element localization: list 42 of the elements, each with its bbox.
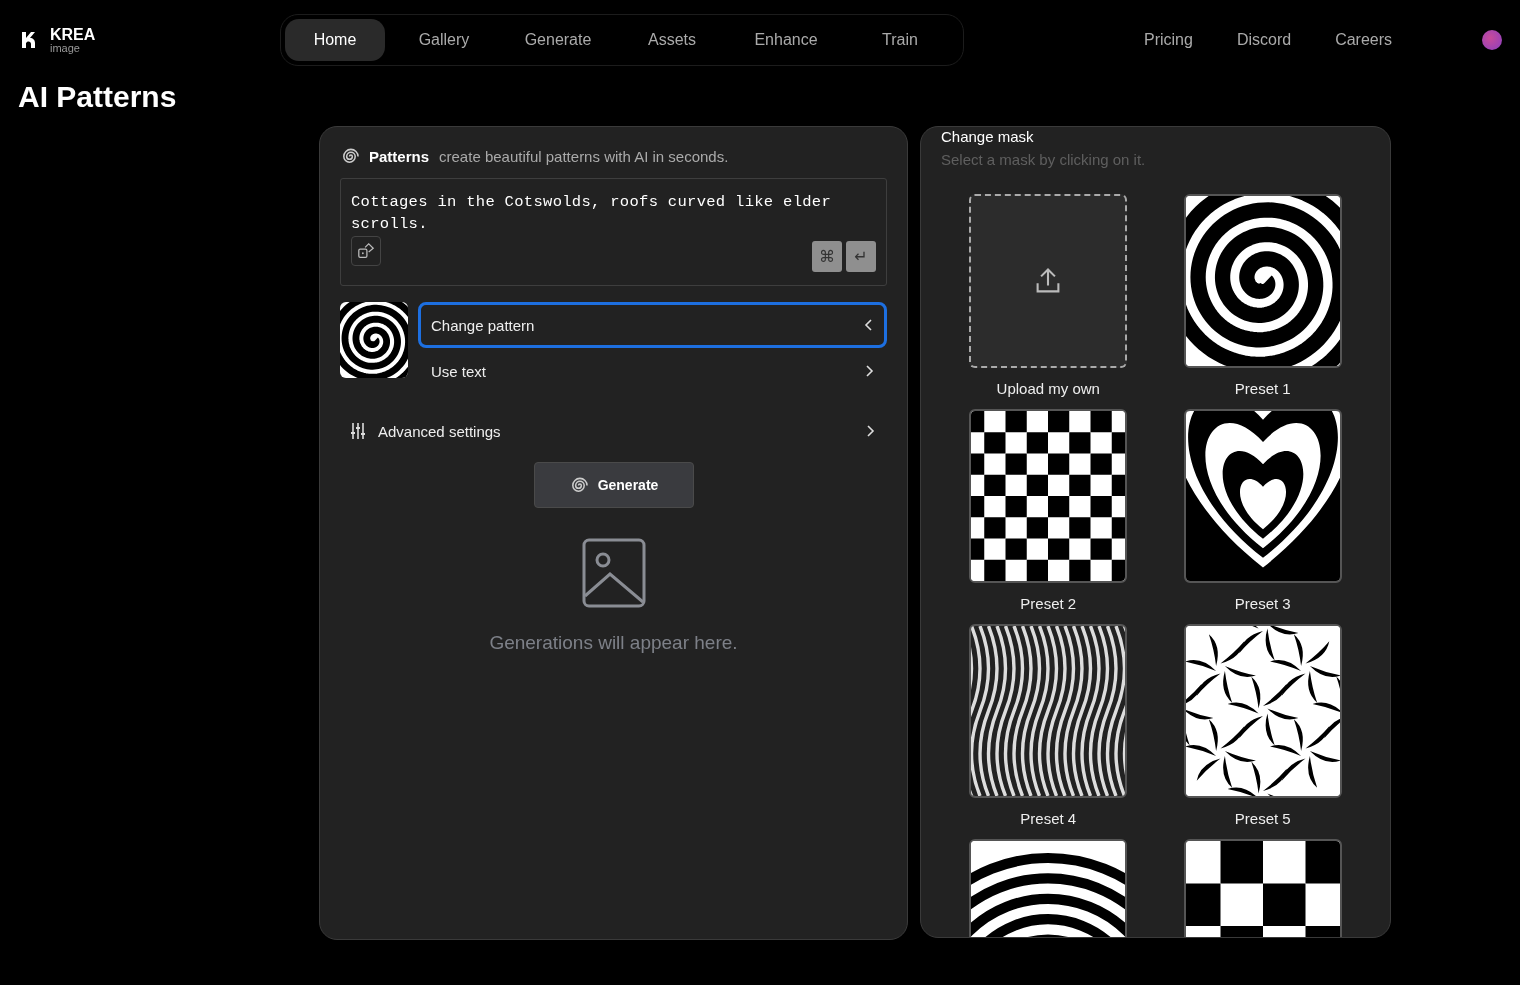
mask-label: Preset 4 bbox=[1020, 810, 1077, 827]
spiral-icon bbox=[340, 147, 359, 166]
brand-name: KREA bbox=[50, 26, 96, 43]
dice-button[interactable] bbox=[351, 235, 381, 266]
nav-tab[interactable]: Assets bbox=[617, 19, 727, 61]
avatar[interactable] bbox=[1482, 30, 1503, 50]
mask-label: Preset 1 bbox=[1234, 380, 1291, 397]
mask-label: Preset 3 bbox=[1234, 595, 1291, 612]
upload-dropzone[interactable] bbox=[969, 194, 1128, 368]
nav-link[interactable]: Discord bbox=[1236, 31, 1292, 49]
empty-state-text: Generations will appear here. bbox=[489, 632, 738, 654]
chevron-icon bbox=[864, 317, 874, 333]
option-row[interactable]: Change pattern bbox=[418, 302, 887, 348]
chevron-icon bbox=[865, 423, 875, 439]
mask-label: Preset 5 bbox=[1234, 810, 1291, 827]
key-cap: ⌘ bbox=[812, 241, 842, 272]
generate-button[interactable]: Generate bbox=[533, 462, 694, 508]
mask-label: Preset 2 bbox=[1020, 595, 1077, 612]
panel-title: Change mask bbox=[941, 128, 1035, 145]
nav-tab[interactable]: Generate bbox=[503, 19, 613, 61]
advanced-settings-row[interactable]: Advanced settings bbox=[340, 416, 887, 446]
nav-tab[interactable]: Gallery bbox=[389, 19, 499, 61]
nav-tab[interactable]: Home bbox=[285, 19, 385, 61]
chevron-icon bbox=[864, 363, 874, 379]
prompt-field[interactable]: Cottages in the Cotswolds, roofs curved like elder scrolls. ⌘ ↵ bbox=[340, 178, 887, 286]
nav-link[interactable]: Pricing bbox=[1144, 31, 1193, 49]
page-title: AI Patterns bbox=[18, 80, 178, 115]
logo-icon[interactable] bbox=[20, 29, 36, 51]
nav-tab[interactable]: Train bbox=[845, 19, 955, 61]
dice-icon bbox=[357, 241, 375, 260]
sliders-icon bbox=[350, 422, 366, 440]
option-row[interactable]: Use text bbox=[418, 348, 887, 394]
nav-link[interactable]: Careers bbox=[1335, 31, 1393, 49]
nav-tab[interactable]: Enhance bbox=[731, 19, 841, 61]
panel-title: Patterns bbox=[369, 148, 430, 165]
panel-subtitle: Select a mask by clicking on it. bbox=[941, 151, 1147, 168]
panel-subtitle: create beautiful patterns with AI in seconds. bbox=[439, 148, 729, 165]
brand-subtitle: image bbox=[50, 42, 81, 54]
mask-label: Upload my own bbox=[996, 380, 1100, 397]
prompt-text: Cottages in the Cotswolds, roofs curved like elder scrolls. bbox=[351, 192, 833, 235]
key-cap: ↵ bbox=[846, 241, 876, 272]
image-icon bbox=[581, 538, 646, 608]
